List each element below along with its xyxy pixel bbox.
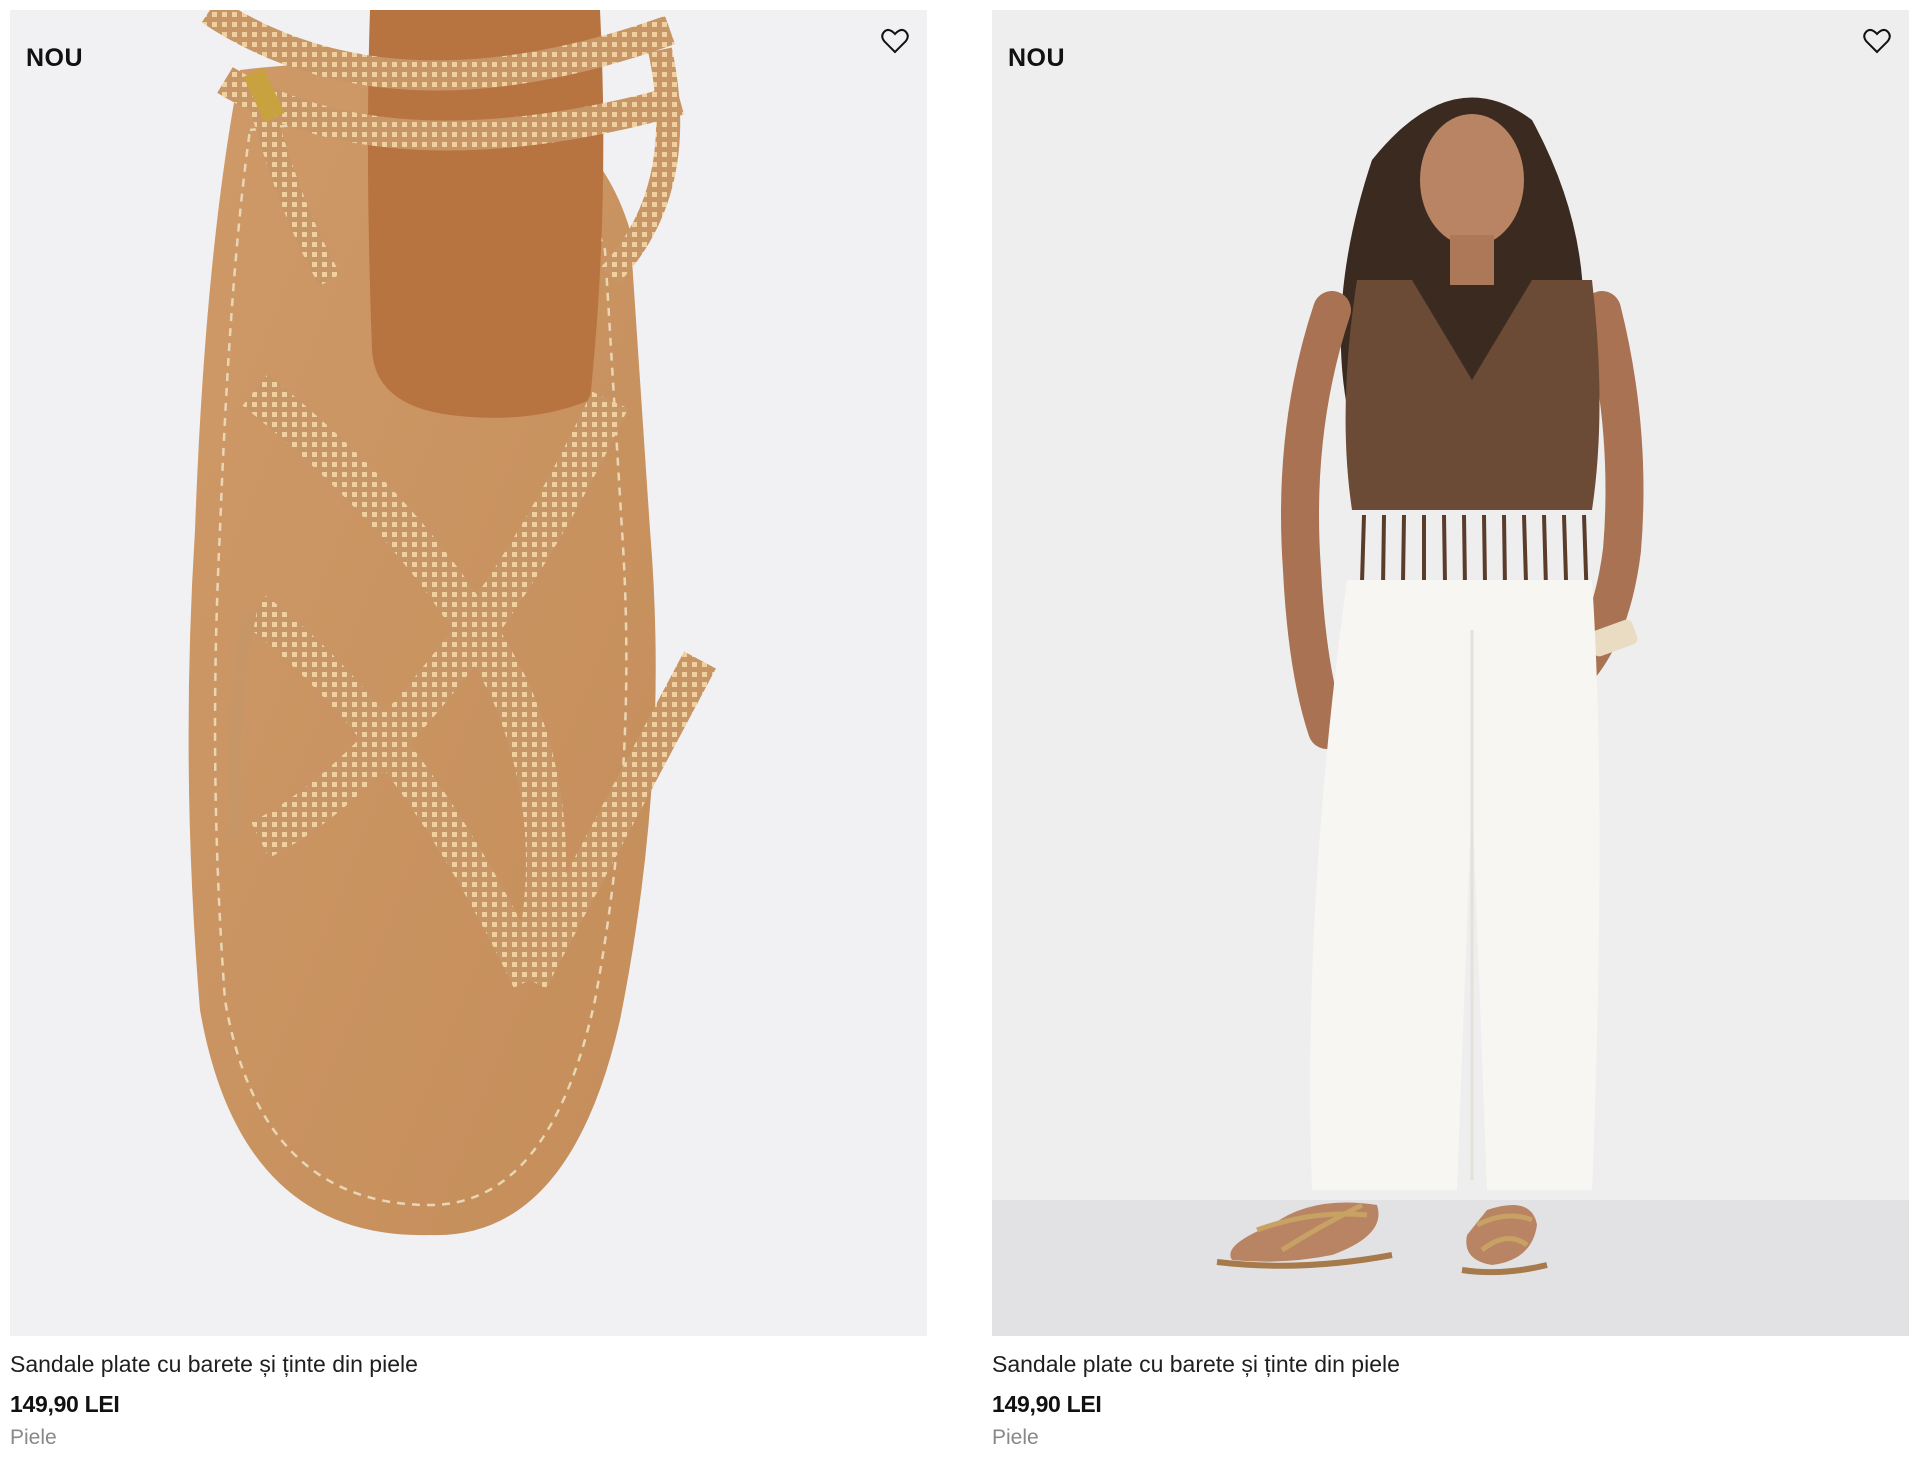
product-image[interactable]: NOU [992,10,1909,1336]
sandal-closeup-image [188,10,716,1236]
model-wearing-sandals-image [992,10,1909,1336]
product-title[interactable]: Sandale plate cu barete și ținte din pie… [10,1348,927,1380]
product-price: 149,90 LEI [992,1391,1102,1417]
favorite-button[interactable] [1860,24,1894,58]
product-title[interactable]: Sandale plate cu barete și ținte din pie… [992,1348,1909,1380]
new-badge: NOU [1008,44,1066,72]
product-info: Sandale plate cu barete și ținte din pie… [10,1336,927,1452]
product-price: 149,90 LEI [10,1391,120,1417]
heart-outline-icon [881,28,909,54]
product-card[interactable]: NOU Sandale plate cu barete și ținte din… [10,10,927,1452]
favorite-button[interactable] [878,24,912,58]
product-info: Sandale plate cu barete și ținte din pie… [992,1336,1909,1452]
heart-outline-icon [1863,28,1891,54]
new-badge: NOU [26,44,84,72]
product-grid: NOU Sandale plate cu barete și ținte din… [0,0,1920,1458]
product-material: Piele [992,1426,1039,1449]
product-image[interactable]: NOU [10,10,927,1336]
product-card[interactable]: NOU Sandale plate cu barete și ținte din… [992,10,1909,1452]
product-material: Piele [10,1426,57,1449]
